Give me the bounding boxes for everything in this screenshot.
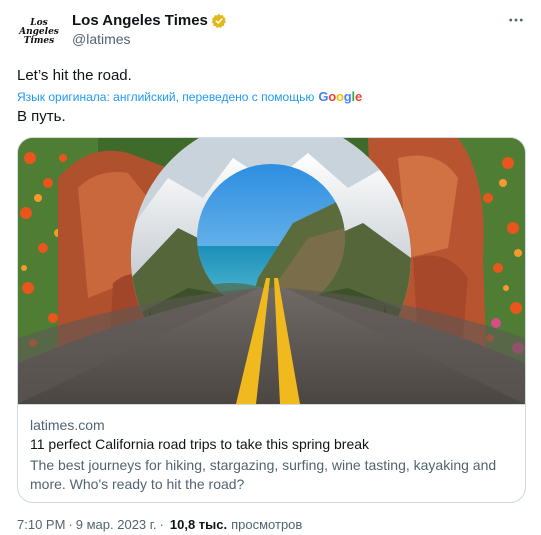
card-divider: [18, 404, 525, 405]
views-label: просмотров: [231, 517, 303, 532]
card-domain[interactable]: latimes.com: [30, 417, 105, 433]
tweet-footer: 7:10 PM · 9 мар. 2023 г. · 10,8 тыс. про…: [17, 517, 302, 532]
author-display-name[interactable]: Los Angeles Times: [72, 12, 208, 29]
card-description[interactable]: The best journeys for hiking, stargazing…: [30, 456, 515, 494]
tweet-time[interactable]: 7:10 PM: [17, 517, 65, 532]
tweet-text: Let’s hit the road.: [17, 67, 132, 84]
translation-notice: Язык оригинала: английский, переведено с…: [17, 89, 362, 104]
more-options-button[interactable]: [505, 12, 527, 28]
verified-icon: [211, 13, 227, 29]
avatar-logo-text: Los Angeles Times: [19, 17, 59, 46]
footer-separator: ·: [159, 517, 164, 532]
google-logo: Google: [318, 89, 362, 104]
more-icon: [509, 18, 523, 22]
views-count: 10,8 тыс.: [169, 517, 228, 532]
translation-label-link[interactable]: Язык оригинала: английский, переведено с…: [17, 90, 314, 104]
footer-separator: ·: [68, 517, 73, 532]
author-name-row[interactable]: Los Angeles Times: [72, 12, 227, 29]
card-title[interactable]: 11 perfect California road trips to take…: [30, 436, 369, 452]
translated-text: В путь.: [17, 108, 66, 125]
card-image[interactable]: [18, 138, 525, 404]
link-card[interactable]: latimes.com 11 perfect California road t…: [17, 137, 526, 503]
tweet-date[interactable]: 9 мар. 2023 г.: [76, 517, 157, 532]
avatar[interactable]: Los Angeles Times: [17, 10, 61, 54]
tweet[interactable]: Los Angeles Times Los Angeles Times @lat…: [0, 0, 541, 535]
author-handle[interactable]: @latimes: [72, 31, 131, 47]
